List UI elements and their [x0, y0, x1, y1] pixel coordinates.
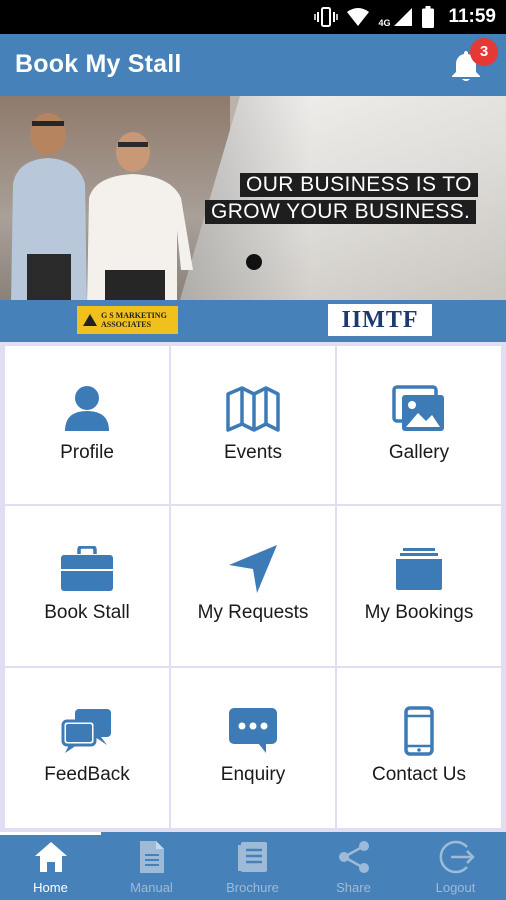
briefcase-icon: [55, 542, 119, 596]
nav-label: Manual: [130, 880, 173, 895]
gs-marketing-logo: G S MARKETING ASSOCIATES: [77, 306, 178, 334]
vibrate-icon: [314, 7, 339, 27]
app-title: Book My Stall: [15, 50, 182, 78]
chat-bubbles-icon: [55, 704, 119, 758]
menu-label: Book Stall: [44, 602, 130, 623]
status-time: 11:59: [448, 6, 496, 27]
map-icon: [221, 382, 285, 436]
menu-label: FeedBack: [44, 764, 130, 785]
menu-label: My Bookings: [364, 602, 474, 623]
banner-carousel[interactable]: OUR BUSINESS IS TO GROW YOUR BUSINESS.: [0, 96, 506, 300]
phone-icon: [387, 704, 451, 758]
nav-label: Logout: [435, 880, 476, 895]
gs-marketing-logo-line2: ASSOCIATES: [101, 320, 152, 329]
banner-person-image: [87, 132, 193, 300]
menu-label: Events: [223, 442, 283, 463]
menu-label: My Requests: [197, 602, 309, 623]
menu-feedback[interactable]: FeedBack: [5, 668, 169, 828]
nav-logout[interactable]: Logout: [405, 832, 506, 900]
battery-icon: [422, 6, 435, 28]
banner-tagline-line1: OUR BUSINESS IS TO: [240, 173, 478, 197]
nav-label: Home: [33, 880, 68, 895]
nav-brochure[interactable]: Brochure: [202, 832, 303, 900]
banner-person-image: [11, 113, 87, 300]
menu-events[interactable]: Events: [171, 346, 335, 504]
person-icon: [55, 382, 119, 436]
banner-tagline-line2: GROW YOUR BUSINESS.: [205, 200, 477, 224]
menu-my-requests[interactable]: My Requests: [171, 506, 335, 666]
images-icon: [387, 382, 451, 436]
send-arrow-icon: [221, 542, 285, 596]
nav-manual[interactable]: Manual: [101, 832, 202, 900]
app-bar: Book My Stall 3: [0, 34, 506, 96]
menu-label: Gallery: [388, 442, 450, 463]
network-type-label: 4G: [378, 18, 391, 28]
menu-label: Profile: [60, 442, 114, 463]
brochure-icon: [234, 838, 272, 876]
nav-active-indicator: [0, 832, 101, 835]
home-icon: [32, 838, 70, 876]
sponsor-logo-strip: G S MARKETING ASSOCIATES IIMTF: [0, 300, 506, 342]
menu-profile[interactable]: Profile: [5, 346, 169, 504]
menu-my-bookings[interactable]: My Bookings: [337, 506, 501, 666]
share-icon: [335, 838, 373, 876]
iimtf-logo: IIMTF: [328, 304, 432, 336]
status-bar: 4G 11:59: [0, 0, 506, 34]
menu-contact-us[interactable]: Contact Us: [337, 668, 501, 828]
logout-icon: [437, 838, 475, 876]
document-icon: [133, 838, 171, 876]
gs-marketing-logo-line1: G S MARKETING: [101, 311, 167, 320]
menu-label: Contact Us: [372, 764, 466, 785]
menu-label: Enquiry: [220, 764, 286, 785]
menu-book-stall[interactable]: Book Stall: [5, 506, 169, 666]
menu-enquiry[interactable]: Enquiry: [171, 668, 335, 828]
carousel-indicator-dot[interactable]: [246, 254, 262, 270]
nav-label: Brochure: [226, 880, 279, 895]
archive-icon: [387, 542, 451, 596]
nav-share[interactable]: Share: [303, 832, 404, 900]
notification-badge: 3: [470, 38, 498, 66]
chat-dots-icon: [221, 704, 285, 758]
menu-gallery[interactable]: Gallery: [337, 346, 501, 504]
main-menu-grid: Profile Events Gallery Book Stall My Req…: [0, 342, 506, 832]
nav-label: Share: [336, 880, 371, 895]
bottom-navigation: Home Manual Brochure Share Logout: [0, 832, 506, 900]
signal-icon: [392, 7, 414, 27]
nav-home[interactable]: Home: [0, 832, 101, 900]
wifi-icon: [346, 7, 370, 27]
